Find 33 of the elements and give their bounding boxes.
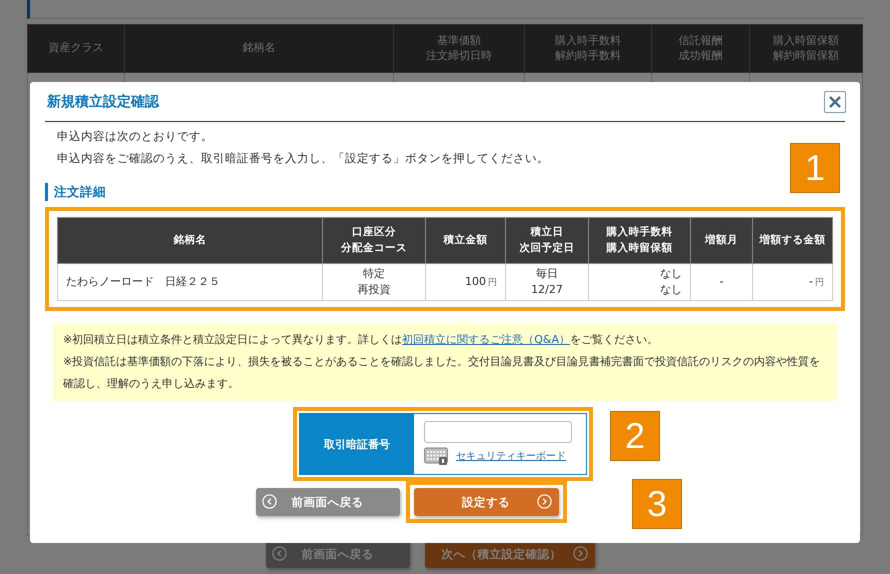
column-header: 購入時留保額 解約時留保額	[750, 24, 862, 72]
notice-text: ※投資信託は基準価額の下落により、損失を被ることがあることを確認しました。交付目論見書及び目論見書補完書面で投資信託のリスクの内容や性質を確認し、理解のうえ申し込みます。	[63, 354, 822, 392]
table-cell: 毎日 12/27	[506, 264, 588, 300]
instruction-text: 申込内容をご確認のうえ、取引暗証番号を入力し、「設定する」ボタンを押してください。	[56, 150, 549, 167]
notice-text: ※初回積立日は積立条件と積立設定日によって異なります。詳しくは初回積立に関するご注意（Q&A）をご覧ください。	[63, 332, 659, 348]
column-header: 購入時手数料 購入時留保額	[588, 218, 690, 264]
table-cell: なし なし	[588, 264, 690, 300]
column-header: 口座区分 分配金コース	[322, 218, 426, 264]
column-header: 増額月	[690, 218, 752, 264]
table-cell: 特定 再投資	[322, 264, 426, 300]
column-header: 購入時手数料 解約時手数料	[524, 24, 652, 72]
step-number-badge: 1	[790, 143, 840, 193]
dialog-title: 新規積立設定確認	[47, 92, 159, 110]
table-cell: たわらノーロード 日経２２５	[58, 264, 322, 300]
column-header: 積立金額	[426, 218, 506, 264]
submit-button[interactable]: 設定する	[414, 488, 558, 516]
security-keyboard-link[interactable]: セキュリティキーボード	[456, 449, 566, 463]
column-header: 基準価額 注文締切日時	[394, 24, 524, 72]
back-button[interactable]: 前画面へ戻る	[256, 488, 400, 516]
pin-label: 取引暗証番号	[300, 414, 414, 474]
table-cell: -	[690, 264, 752, 300]
column-header: 積立日 次回予定日	[506, 218, 588, 264]
step-number-badge: 2	[610, 411, 660, 461]
faq-link[interactable]: 初回積立に関するご注意（Q&A）	[402, 333, 570, 346]
step-number-badge: 3	[632, 479, 682, 529]
column-header: 資産クラス	[28, 24, 124, 72]
column-header: 増額する金額	[752, 218, 832, 264]
table-cell: 100 円	[426, 264, 506, 300]
table-cell: - 円	[752, 264, 832, 300]
instruction-text: 申込内容は次のとおりです。	[56, 128, 213, 145]
column-header: 信託報酬 成功報酬	[652, 24, 750, 72]
column-header: 銘柄名	[124, 24, 394, 72]
column-header: 銘柄名	[58, 218, 322, 264]
